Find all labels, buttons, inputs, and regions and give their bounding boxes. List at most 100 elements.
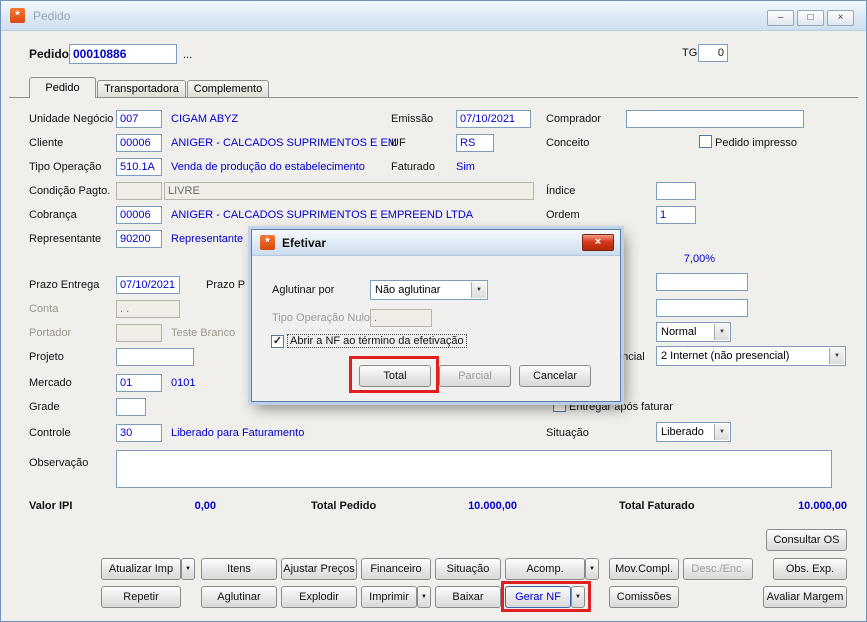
atualizar-imp-dropdown-icon[interactable]: ▼ xyxy=(181,558,195,580)
unidade-negocio-desc: CIGAM ABYZ xyxy=(171,113,239,125)
comissoes-button[interactable]: Comissões xyxy=(609,586,679,608)
cobranca-field[interactable]: 00006 xyxy=(116,206,162,224)
repetir-button[interactable]: Repetir xyxy=(101,586,181,608)
prazo-p-label: Prazo P xyxy=(206,279,246,291)
portador-desc: Teste Branco xyxy=(171,327,236,339)
situacao-select[interactable]: Liberado ▼ xyxy=(656,422,731,442)
indice-field[interactable] xyxy=(656,182,696,200)
tipo-operacao-desc: Venda de produção do estabelecimento xyxy=(171,161,365,173)
consultar-os-button[interactable]: Consultar OS xyxy=(766,529,847,551)
ordem-field[interactable]: 1 xyxy=(656,206,696,224)
atualizar-imp-button[interactable]: Atualizar Imp xyxy=(101,558,181,580)
pedido-impresso-label: Pedido impresso xyxy=(715,137,797,149)
tipo-operacao-nulo-field: . xyxy=(370,309,432,327)
total-faturado-value: 10.000,00 xyxy=(798,500,847,512)
pedido-header-label: Pedido xyxy=(29,47,70,61)
aglutinar-button[interactable]: Aglutinar xyxy=(201,586,277,608)
abrir-nf-label[interactable]: Abrir a NF ao término da efetivação xyxy=(287,334,467,348)
mercado-desc: 0101 xyxy=(171,377,196,389)
comprador-label: Comprador xyxy=(546,113,602,125)
mercado-field[interactable]: 01 xyxy=(116,374,162,392)
financeiro-button[interactable]: Financeiro xyxy=(361,558,431,580)
tab-pedido[interactable]: Pedido xyxy=(29,77,96,98)
valor-ipi-label: Valor IPI xyxy=(29,500,73,512)
unidade-negocio-field[interactable]: 007 xyxy=(116,110,162,128)
tipo-operacao-field[interactable]: 510.1A xyxy=(116,158,162,176)
efetivar-dialog: * Efetivar × Aglutinar por Não aglutinar… xyxy=(251,229,621,402)
representante-desc: Representante xyxy=(171,233,244,245)
extra-field-1[interactable] xyxy=(656,273,748,291)
avaliar-margem-button[interactable]: Avaliar Margem xyxy=(763,586,847,608)
baixar-button[interactable]: Baixar xyxy=(435,586,501,608)
pedido-number-field[interactable]: 00010886 xyxy=(69,44,177,64)
aglutinar-por-select[interactable]: Não aglutinar ▼ xyxy=(370,280,488,300)
pedido-impresso-checkbox[interactable] xyxy=(699,135,712,148)
gerar-nf-button[interactable]: Gerar NF xyxy=(505,586,571,608)
efetivar-dialog-title: Efetivar xyxy=(282,236,327,250)
mercado-label: Mercado xyxy=(29,377,72,389)
comprador-field[interactable] xyxy=(626,110,804,128)
chevron-down-icon: ▼ xyxy=(471,282,486,298)
abrir-nf-checkbox[interactable]: ✓ xyxy=(271,335,284,348)
ordem-label: Ordem xyxy=(546,209,580,221)
check-icon: ✓ xyxy=(272,335,283,347)
app-icon: * xyxy=(10,8,25,23)
emissao-field[interactable]: 07/10/2021 xyxy=(456,110,531,128)
observacao-label: Observação xyxy=(29,457,89,469)
controle-field[interactable]: 30 xyxy=(116,424,162,442)
grade-field[interactable] xyxy=(116,398,146,416)
conta-label: Conta xyxy=(29,303,59,315)
gerar-nf-dropdown-icon[interactable]: ▼ xyxy=(571,586,585,608)
window-title: Pedido xyxy=(33,9,71,23)
tg-label: TG xyxy=(682,47,698,59)
tipo-operacao-nulo-label: Tipo Operação Nulo xyxy=(272,312,371,324)
portador-label: Portador xyxy=(29,327,72,339)
minimize-button[interactable]: – xyxy=(767,10,794,26)
ajustar-precos-button[interactable]: Ajustar Preços xyxy=(281,558,357,580)
app-icon: * xyxy=(260,235,275,250)
faturado-value: Sim xyxy=(456,161,475,173)
acomp-dropdown-icon[interactable]: ▼ xyxy=(585,558,599,580)
projeto-field[interactable] xyxy=(116,348,194,366)
projeto-label: Projeto xyxy=(29,351,64,363)
extra-field-2[interactable] xyxy=(656,299,748,317)
uf-field[interactable]: RS xyxy=(456,134,494,152)
cliente-field[interactable]: 00006 xyxy=(116,134,162,152)
presencial-select[interactable]: 2 Internet (não presencial) ▼ xyxy=(656,346,846,366)
entregar-apos-faturar-label: Entregar após faturar xyxy=(569,401,673,413)
window-titlebar: * Pedido – □ × xyxy=(1,1,866,31)
tg-field[interactable]: 0 xyxy=(698,44,728,62)
condicao-pagto-label: Condição Pagto. xyxy=(29,185,111,197)
explodir-button[interactable]: Explodir xyxy=(281,586,357,608)
itens-button[interactable]: Itens xyxy=(201,558,277,580)
uf-label: UF xyxy=(391,137,406,149)
imprimir-button[interactable]: Imprimir xyxy=(361,586,417,608)
cliente-label: Cliente xyxy=(29,137,64,149)
imprimir-dropdown-icon[interactable]: ▼ xyxy=(417,586,431,608)
efetivar-close-button[interactable]: × xyxy=(582,234,614,251)
pedido-lookup-button[interactable]: ... xyxy=(183,49,192,61)
indice-label: Índice xyxy=(546,185,576,197)
maximize-button[interactable]: □ xyxy=(797,10,824,26)
valor-ipi-value: 0,00 xyxy=(194,500,216,512)
total-button[interactable]: Total xyxy=(359,365,431,387)
mov-compl-button[interactable]: Mov.Compl. xyxy=(609,558,679,580)
close-button[interactable]: × xyxy=(827,10,854,26)
cancelar-button[interactable]: Cancelar xyxy=(519,365,591,387)
condicao-pagto-desc-field: LIVRE xyxy=(164,182,534,200)
observacao-field[interactable] xyxy=(116,450,832,488)
obs-exp-button[interactable]: Obs. Exp. xyxy=(773,558,847,580)
controle-label: Controle xyxy=(29,427,71,439)
tipo-frete-select[interactable]: Normal ▼ xyxy=(656,322,731,342)
representante-field[interactable]: 90200 xyxy=(116,230,162,248)
tab-transportadora[interactable]: Transportadora xyxy=(97,80,186,98)
situacao-button[interactable]: Situação xyxy=(435,558,501,580)
parcial-button: Parcial xyxy=(439,365,511,387)
cobranca-desc: ANIGER - CALCADOS SUPRIMENTOS E EMPREEND… xyxy=(171,209,474,221)
acomp-button[interactable]: Acomp. xyxy=(505,558,585,580)
unidade-negocio-label: Unidade Negócio xyxy=(29,113,114,125)
total-faturado-label: Total Faturado xyxy=(619,500,695,512)
tab-complemento[interactable]: Complemento xyxy=(187,80,269,98)
efetivar-dialog-titlebar: * Efetivar × xyxy=(252,230,620,256)
prazo-entrega-field[interactable]: 07/10/2021 xyxy=(116,276,180,294)
